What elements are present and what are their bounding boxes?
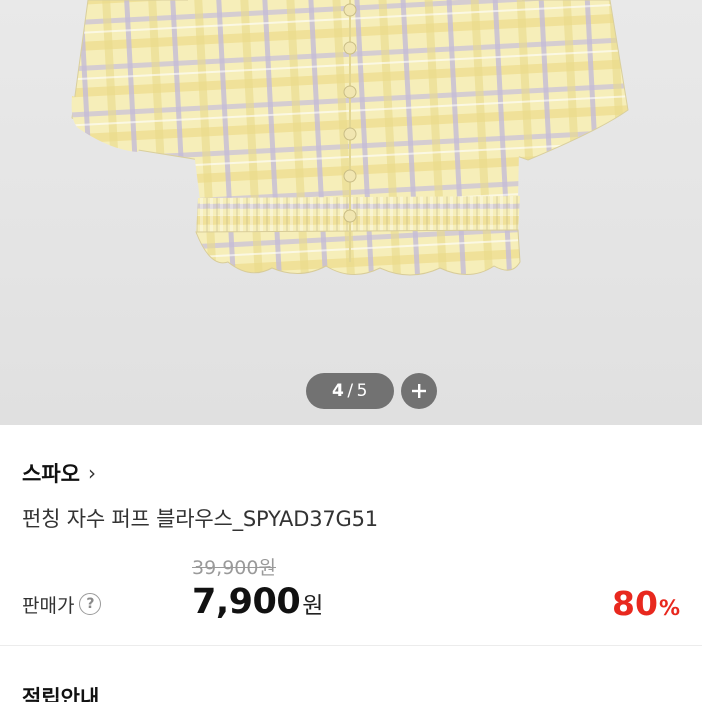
brand-name: 스파오 bbox=[22, 462, 80, 486]
discount-rate-value: 80 bbox=[612, 584, 658, 623]
sale-price-value: 7,900 bbox=[192, 582, 301, 622]
original-price: 39,900원 bbox=[192, 557, 276, 579]
image-counter-total: 5 bbox=[356, 381, 368, 401]
section-divider bbox=[0, 645, 702, 646]
price-label-row: 판매가 ? bbox=[22, 590, 102, 618]
product-title: 펀칭 자수 퍼프 블라우스_SPYAD37G51 bbox=[22, 507, 378, 531]
product-image-gallery[interactable]: 4 / 5 bbox=[0, 0, 702, 425]
discount-rate: 80 % bbox=[612, 584, 680, 623]
image-counter-separator: / bbox=[347, 381, 354, 401]
brand-link[interactable]: 스파오 › bbox=[22, 458, 96, 488]
discount-rate-unit: % bbox=[658, 596, 680, 620]
view-more-images-button[interactable] bbox=[401, 373, 437, 409]
image-counter: 4 / 5 bbox=[306, 373, 394, 409]
price-label: 판매가 bbox=[22, 594, 75, 617]
sale-price-unit: 원 bbox=[302, 593, 324, 619]
plus-icon bbox=[412, 384, 426, 398]
points-info-title: 적립안내 bbox=[22, 686, 100, 702]
image-counter-current: 4 bbox=[332, 381, 345, 401]
chevron-right-icon: › bbox=[87, 461, 96, 485]
product-photo bbox=[71, 0, 629, 276]
sale-price: 7,900 원 bbox=[192, 582, 323, 626]
help-icon[interactable]: ? bbox=[79, 593, 102, 615]
